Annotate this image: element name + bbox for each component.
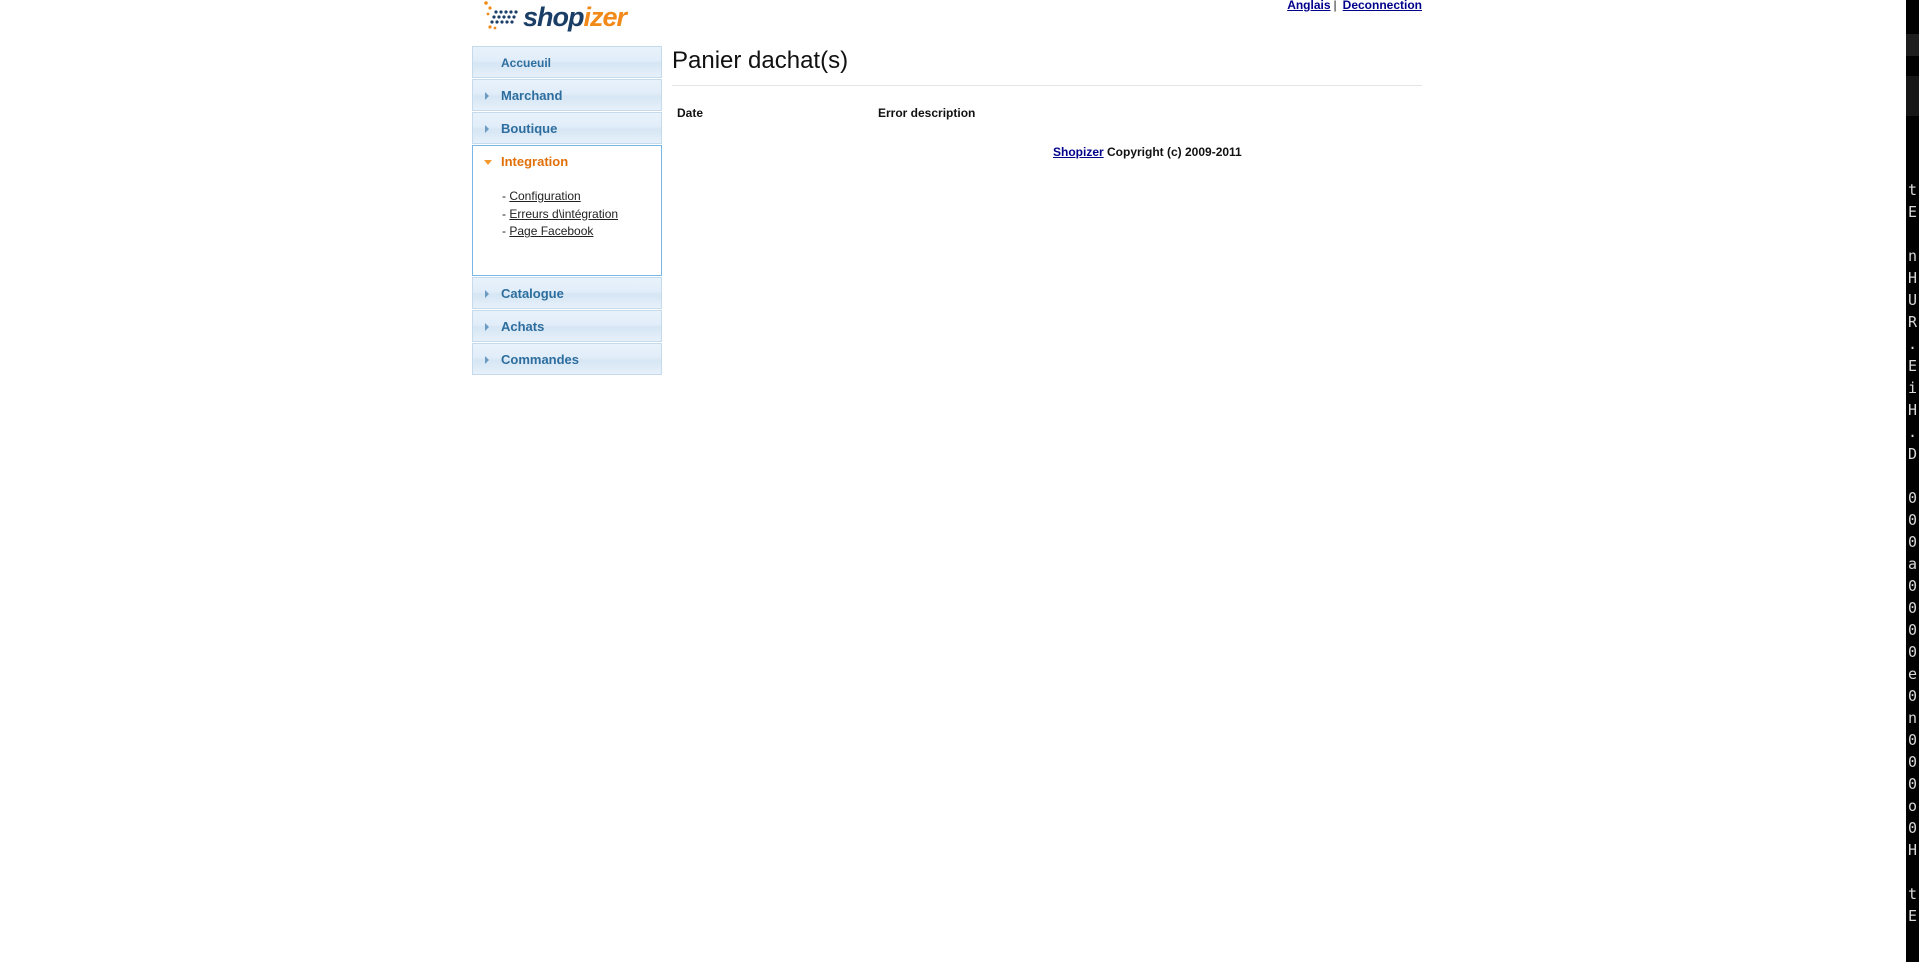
- submenu-item: - Configuration: [502, 188, 661, 206]
- terminal-line: .: [1908, 335, 1918, 353]
- sidebar-item-achats[interactable]: Achats: [472, 310, 662, 342]
- terminal-line: 0: [1908, 621, 1918, 639]
- triangle-right-icon: [485, 92, 489, 100]
- terminal-line: .: [1908, 423, 1918, 441]
- logo-dots-icon: [484, 1, 518, 30]
- terminal-line: H: [1908, 269, 1918, 287]
- terminal-line: n: [1908, 247, 1918, 265]
- copyright-text: Copyright (c) 2009-2011: [1103, 145, 1242, 159]
- sidebar-item-label: Accueuil: [501, 56, 552, 70]
- terminal-line: i: [1908, 379, 1918, 397]
- terminal-line: D: [1908, 445, 1918, 463]
- terminal-line: E: [1908, 907, 1918, 925]
- terminal-line: 0: [1908, 753, 1918, 771]
- triangle-right-icon: [485, 290, 489, 298]
- submenu-item: - Page Facebook: [502, 223, 661, 241]
- top-links: Anglais | Deconnection: [1287, 0, 1422, 12]
- sidebar-item-commandes[interactable]: Commandes: [472, 343, 662, 375]
- sidebar-item-label: Boutique: [501, 121, 558, 136]
- page-title: Panier dachat(s): [672, 47, 849, 74]
- sidebar-menu: Accueuil Marchand Boutique Integration -…: [472, 46, 662, 376]
- submenu-item: - Erreurs d\intégration: [502, 206, 661, 224]
- main-content: Panier dachat(s) Date Error description: [672, 46, 1422, 121]
- sidebar-item-label: Integration: [501, 154, 569, 169]
- logo-text-izer: izer: [583, 2, 628, 32]
- terminal-line: H: [1908, 841, 1918, 859]
- terminal-line: 0: [1908, 687, 1918, 705]
- terminal-output: tEnHUR.EiH.D000a0000e0n000o0HtE: [1908, 179, 1919, 962]
- triangle-right-icon: [485, 323, 489, 331]
- footer: Shopizer Copyright (c) 2009-2011: [1053, 145, 1242, 159]
- terminal-line: 0: [1908, 775, 1918, 793]
- integration-errors-link[interactable]: Erreurs d\intégration: [509, 207, 618, 221]
- table-header-row: Date Error description: [672, 105, 975, 121]
- shopizer-logo[interactable]: shopizer: [482, 0, 627, 34]
- terminal-line: H: [1908, 401, 1918, 419]
- column-header-date: Date: [677, 106, 704, 120]
- top-links-separator: |: [1333, 0, 1337, 12]
- terminal-line: 0: [1908, 731, 1918, 749]
- terminal-titlebar: [1906, 34, 1919, 56]
- terminal-line: E: [1908, 203, 1918, 221]
- title-divider: [672, 85, 1422, 86]
- language-link[interactable]: Anglais: [1287, 0, 1330, 12]
- triangle-right-icon: [485, 125, 489, 133]
- sidebar-item-label: Catalogue: [501, 286, 564, 301]
- terminal-line: 0: [1908, 489, 1918, 507]
- terminal-line: a: [1908, 555, 1918, 573]
- sidebar-item-integration[interactable]: Integration: [472, 145, 662, 177]
- terminal-line: 0: [1908, 643, 1918, 661]
- column-header-error-description: Error description: [878, 106, 976, 120]
- logo-text-shop: shop: [523, 2, 584, 32]
- errors-table: Date Error description: [672, 105, 975, 121]
- sidebar-item-marchand[interactable]: Marchand: [472, 79, 662, 111]
- terminal-window-edge[interactable]: tEnHUR.EiH.D000a0000e0n000o0HtE: [1906, 0, 1919, 962]
- configuration-link[interactable]: Configuration: [509, 189, 580, 203]
- logout-link[interactable]: Deconnection: [1343, 0, 1422, 12]
- terminal-line: R: [1908, 313, 1918, 331]
- terminal-line: 0: [1908, 511, 1918, 529]
- logo-wordmark: shopizer: [523, 1, 628, 33]
- terminal-line: o: [1908, 797, 1918, 815]
- sidebar-item-boutique[interactable]: Boutique: [472, 112, 662, 144]
- terminal-toolbar: [1906, 76, 1919, 116]
- facebook-page-link[interactable]: Page Facebook: [509, 224, 593, 238]
- terminal-line: E: [1908, 357, 1918, 375]
- terminal-line: 0: [1908, 599, 1918, 617]
- sidebar-item-label: Commandes: [501, 352, 580, 367]
- integration-submenu: - Configuration - Erreurs d\intégration …: [472, 177, 662, 276]
- sidebar-item-accueuil[interactable]: Accueuil: [472, 46, 662, 78]
- terminal-line: 0: [1908, 819, 1918, 837]
- sidebar-item-catalogue[interactable]: Catalogue: [472, 277, 662, 309]
- terminal-line: e: [1908, 665, 1918, 683]
- terminal-line: n: [1908, 709, 1918, 727]
- page: shopizer Anglais | Deconnection Accueuil M…: [0, 0, 1919, 962]
- triangle-down-icon: [484, 160, 492, 165]
- shopizer-footer-link[interactable]: Shopizer: [1053, 145, 1104, 159]
- triangle-right-icon: [485, 356, 489, 364]
- terminal-line: 0: [1908, 577, 1918, 595]
- terminal-line: 0: [1908, 533, 1918, 551]
- sidebar-item-label: Marchand: [501, 88, 563, 103]
- sidebar-item-label: Achats: [501, 319, 545, 334]
- terminal-line: t: [1908, 181, 1918, 199]
- terminal-line: t: [1908, 885, 1918, 903]
- terminal-line: U: [1908, 291, 1918, 309]
